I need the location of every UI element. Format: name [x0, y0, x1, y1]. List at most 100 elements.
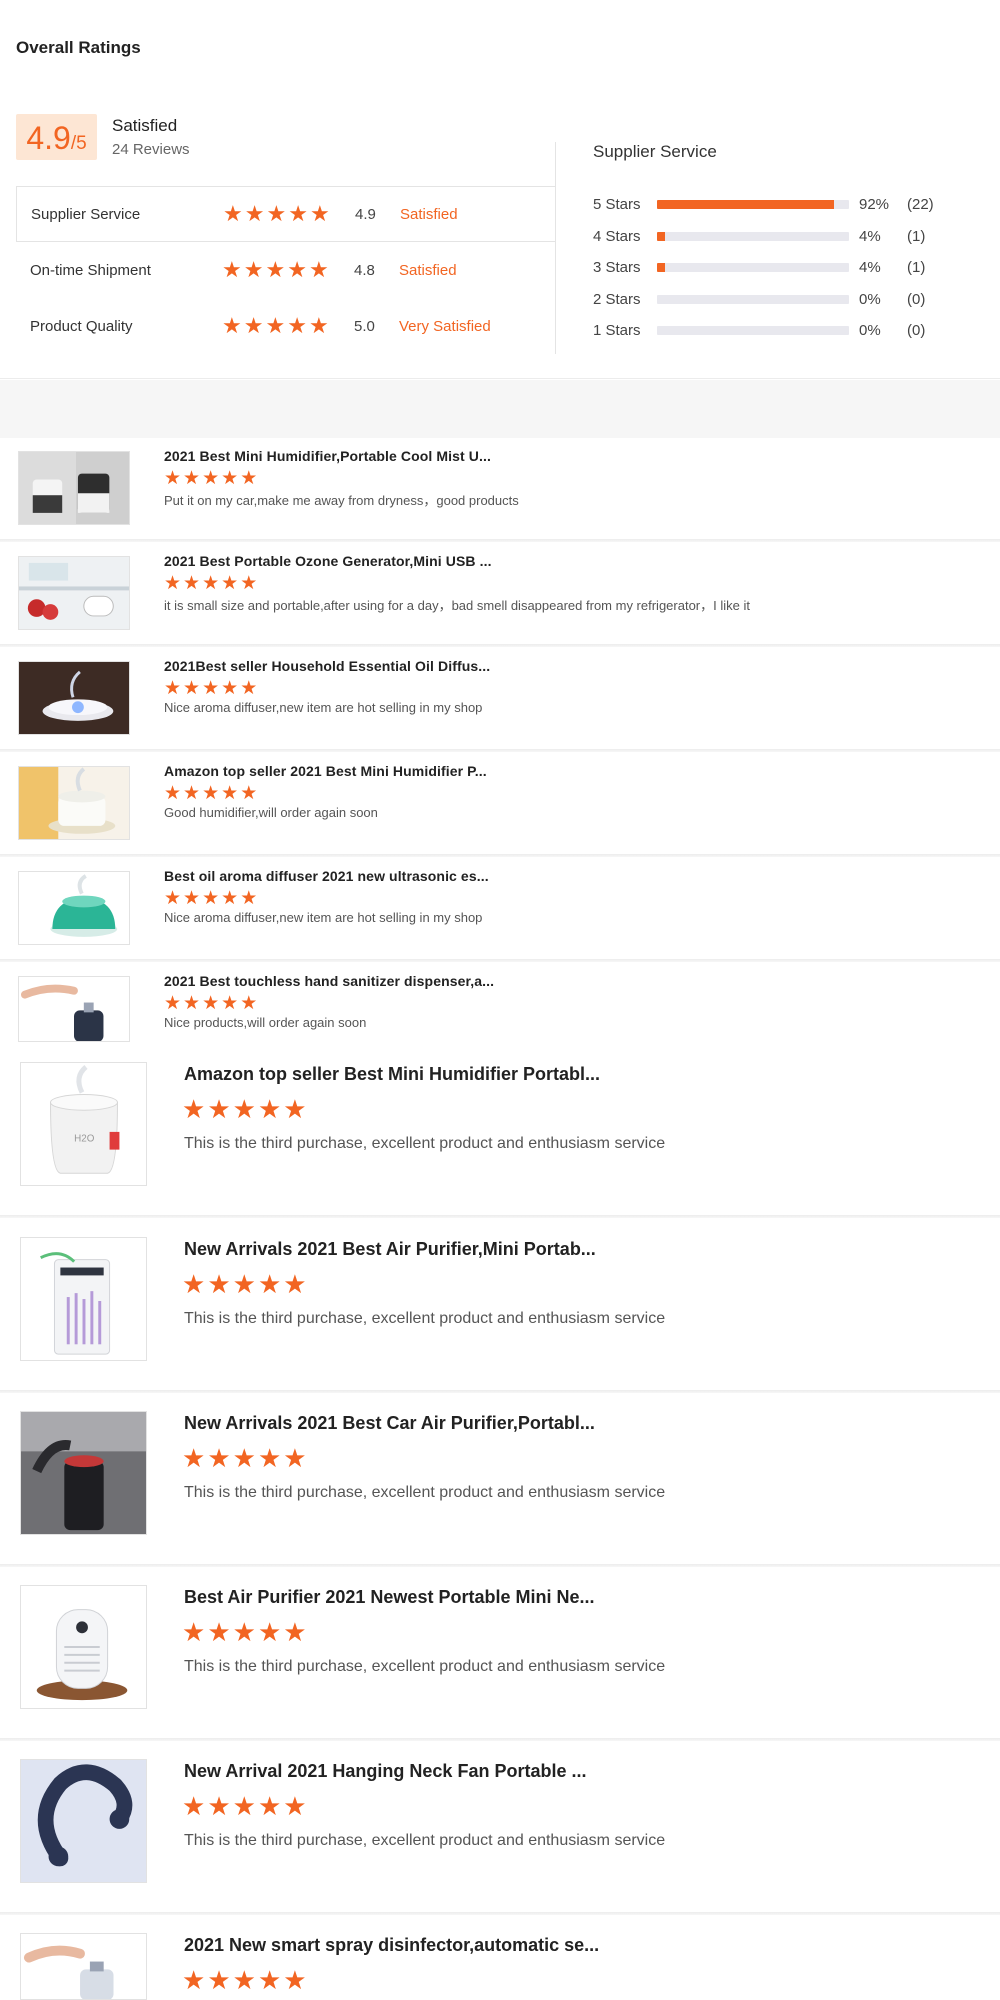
distribution-bar-track — [657, 231, 849, 241]
product-title-link[interactable]: Amazon top seller Best Mini Humidifier P… — [184, 1064, 600, 1085]
review-separator — [0, 1215, 1000, 1218]
star-icon: ★ — [207, 1965, 231, 1995]
star-icon: ★ — [202, 783, 220, 804]
star-icon: ★ — [283, 1443, 307, 1473]
star-icon: ★ — [202, 573, 220, 594]
svg-text:H2O: H2O — [74, 1134, 95, 1145]
star-icon: ★ — [182, 1617, 206, 1647]
star-icon: ★ — [221, 468, 239, 489]
product-thumbnail[interactable] — [18, 976, 130, 1042]
section-divider — [0, 378, 1000, 379]
review-separator — [0, 539, 1000, 542]
product-thumbnail[interactable] — [20, 1933, 147, 2000]
star-icon: ★ — [283, 1094, 307, 1124]
product-thumbnail[interactable] — [20, 1237, 147, 1361]
star-icon: ★ — [221, 573, 239, 594]
star-icon: ★ — [202, 468, 220, 489]
metric-name: Product Quality — [30, 317, 133, 335]
review-stars: ★ ★ ★ ★ ★ — [164, 784, 257, 803]
review-separator — [0, 1912, 1000, 1915]
star-icon: ★ — [202, 888, 220, 909]
distribution-title: Supplier Service — [593, 142, 717, 161]
product-thumbnail[interactable] — [18, 871, 130, 945]
product-title-link[interactable]: 2021Best seller Household Essential Oil … — [164, 658, 490, 674]
review-separator — [0, 1390, 1000, 1393]
metric-row-on-time-shipment: On-time Shipment ★ ★ ★ ★ ★ 4.8 Satisfied — [16, 242, 556, 298]
review-comment: This is the third purchase, excellent pr… — [184, 1135, 666, 1152]
star-icon: ★ — [283, 1965, 307, 1995]
product-title-link[interactable]: New Arrival 2021 Hanging Neck Fan Portab… — [184, 1761, 586, 1782]
product-title-link[interactable]: Amazon top seller 2021 Best Mini Humidif… — [164, 763, 487, 779]
distribution-row-1: 1 Stars 0% (0) — [593, 319, 973, 341]
star-icon: ★ — [257, 1443, 282, 1473]
star-icon: ★ — [182, 1269, 206, 1299]
product-title-link[interactable]: 2021 New smart spray disinfector,automat… — [184, 1935, 599, 1956]
distribution-bar-fill — [657, 231, 665, 241]
distribution-percent: 4% — [859, 258, 881, 276]
star-icon: ★ — [283, 1269, 307, 1299]
star-icon: ★ — [244, 201, 265, 226]
star-icon: ★ — [183, 678, 201, 699]
review-count: 24 Reviews — [112, 141, 190, 158]
review-comment: This is the third purchase, excellent pr… — [184, 1658, 666, 1675]
review-comment: it is small size and portable,after usin… — [164, 598, 750, 613]
distribution-percent: 0% — [859, 321, 881, 339]
product-image — [19, 662, 129, 734]
star-icon: ★ — [308, 257, 329, 282]
product-thumbnail[interactable] — [20, 1759, 147, 1883]
product-title-link[interactable]: Best oil aroma diffuser 2021 new ultraso… — [164, 868, 489, 884]
product-thumbnail[interactable] — [18, 556, 130, 630]
star-icon: ★ — [221, 993, 239, 1014]
metric-value: 4.8 — [354, 261, 375, 279]
star-icon: ★ — [243, 257, 264, 282]
star-icon: ★ — [308, 313, 329, 338]
star-icon: ★ — [283, 1617, 307, 1647]
metrics-table: Supplier Service ★ ★ ★ ★ ★ 4.9 Satisfied On-… — [16, 186, 556, 354]
product-title-link[interactable]: 2021 Best touchless hand sanitizer dispe… — [164, 973, 494, 989]
product-thumbnail[interactable] — [18, 661, 130, 735]
product-title-link[interactable]: New Arrivals 2021 Best Air Purifier,Mini… — [184, 1239, 596, 1260]
star-icon: ★ — [232, 1094, 256, 1124]
star-icon: ★ — [164, 993, 182, 1014]
star-icon: ★ — [257, 1965, 282, 1995]
product-image — [19, 452, 129, 524]
product-title-link[interactable]: New Arrivals 2021 Best Car Air Purifier,… — [184, 1413, 595, 1434]
review-comment: This is the third purchase, excellent pr… — [184, 1832, 666, 1849]
product-title-link[interactable]: 2021 Best Mini Humidifier,Portable Cool … — [164, 448, 491, 464]
star-icon: ★ — [182, 1094, 206, 1124]
product-thumbnail[interactable] — [20, 1411, 147, 1535]
star-icon: ★ — [183, 573, 201, 594]
product-thumbnail[interactable] — [20, 1585, 147, 1709]
product-thumbnail[interactable] — [18, 766, 130, 840]
distribution-row-5: 5 Stars 92% (22) — [593, 193, 973, 215]
star-icon: ★ — [182, 1965, 206, 1995]
product-title-link[interactable]: Best Air Purifier 2021 Newest Portable M… — [184, 1587, 594, 1608]
product-title-link[interactable]: 2021 Best Portable Ozone Generator,Mini … — [164, 553, 492, 569]
review-stars: ★ ★ ★ ★ ★ — [182, 1271, 307, 1297]
star-icon: ★ — [222, 257, 242, 282]
metric-name: Supplier Service — [31, 205, 141, 223]
star-icon: ★ — [283, 1791, 307, 1821]
review-stars: ★ ★ ★ ★ ★ — [164, 574, 257, 593]
star-icon: ★ — [207, 1269, 231, 1299]
product-thumbnail[interactable]: H2O — [20, 1062, 147, 1186]
distribution-label: 4 Stars — [593, 227, 641, 245]
metric-stars: ★ ★ ★ ★ ★ — [223, 203, 330, 225]
star-icon: ★ — [164, 783, 182, 804]
star-icon: ★ — [232, 1791, 256, 1821]
star-icon: ★ — [221, 888, 239, 909]
star-icon: ★ — [183, 888, 201, 909]
distribution-count: (0) — [907, 321, 926, 339]
star-icon: ★ — [240, 888, 258, 909]
star-icon: ★ — [232, 1443, 256, 1473]
star-icon: ★ — [223, 201, 243, 226]
star-icon: ★ — [202, 993, 220, 1014]
distribution-bar-track — [657, 262, 849, 272]
distribution-percent: 0% — [859, 290, 881, 308]
product-thumbnail[interactable] — [18, 451, 130, 525]
star-icon: ★ — [182, 1443, 206, 1473]
star-icon: ★ — [257, 1617, 282, 1647]
star-icon: ★ — [240, 468, 258, 489]
review-separator — [0, 854, 1000, 857]
review-stars: ★ ★ ★ ★ ★ — [182, 1967, 307, 1993]
